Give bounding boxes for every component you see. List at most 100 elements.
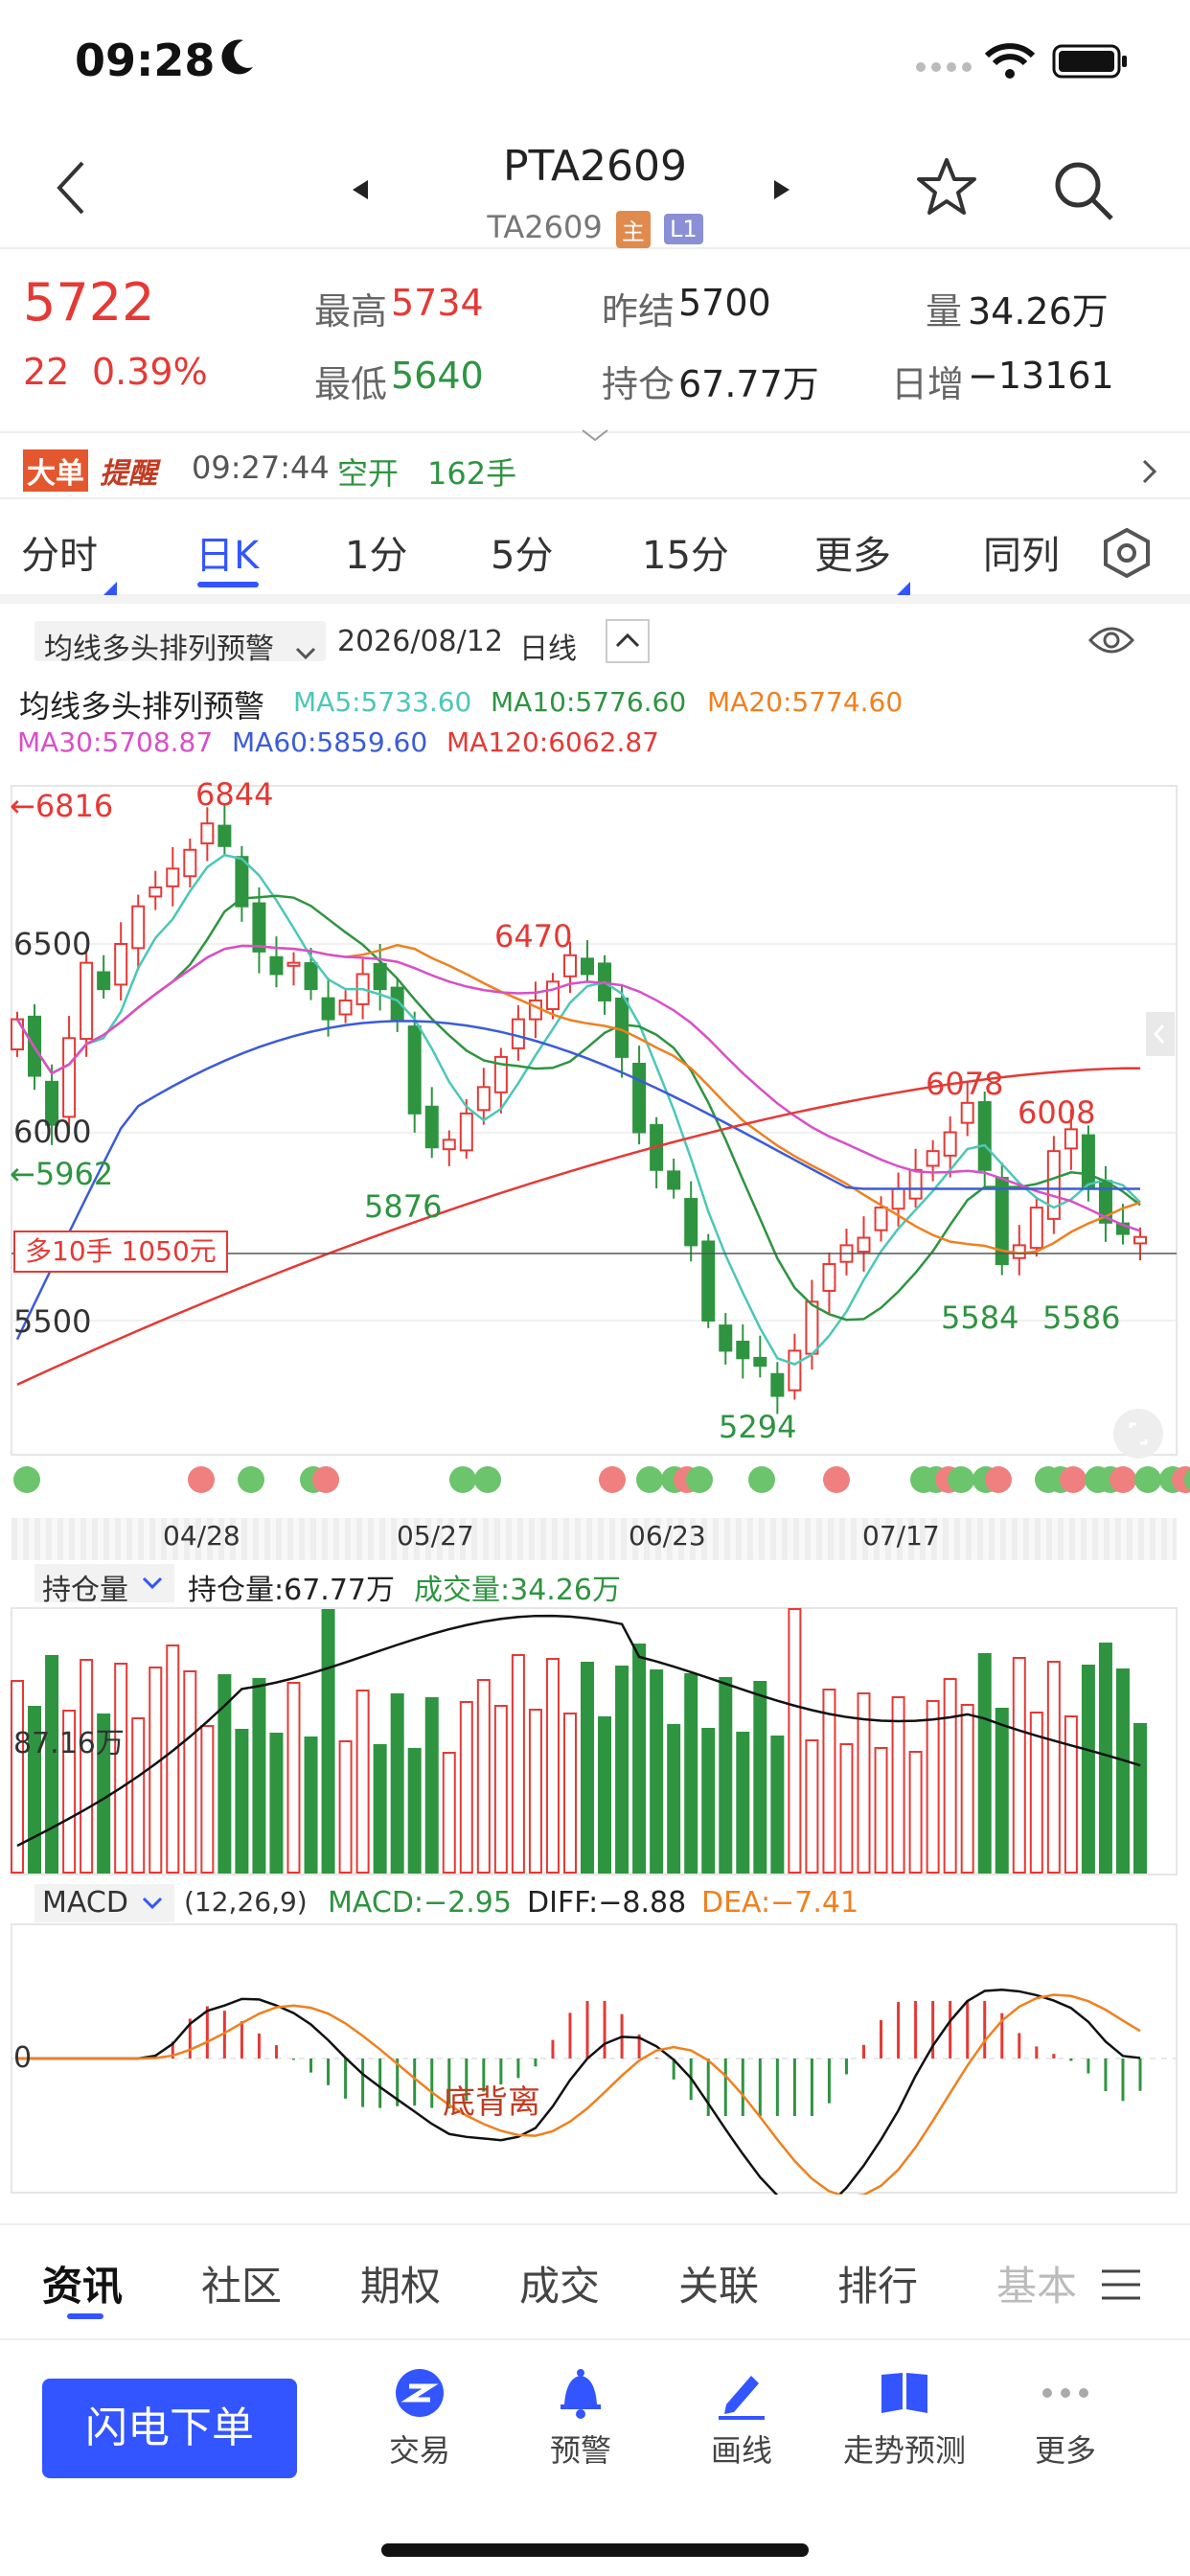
tab-fundamentals[interactable]: 基本 bbox=[996, 2254, 1077, 2312]
trough-label: 5876 bbox=[364, 1188, 443, 1225]
wifi-icon bbox=[984, 42, 1036, 84]
tab-trades[interactable]: 成交 bbox=[519, 2254, 600, 2312]
volume-bar bbox=[511, 1654, 525, 1874]
macd-selector-label: MACD bbox=[42, 1886, 128, 1920]
candle-body bbox=[667, 1170, 681, 1190]
more-dots-icon bbox=[998, 2359, 1133, 2426]
bell-icon bbox=[514, 2359, 648, 2426]
volume-bar bbox=[839, 1743, 854, 1874]
flash-order-button[interactable]: 闪电下单 bbox=[42, 2379, 297, 2478]
volume-selector[interactable]: 持仓量 bbox=[34, 1564, 174, 1607]
volume-bar bbox=[615, 1666, 629, 1874]
volume-bar bbox=[805, 1739, 819, 1874]
moon-icon bbox=[218, 36, 257, 82]
toolbar-alert-label: 预警 bbox=[549, 2432, 611, 2469]
star-icon[interactable] bbox=[916, 157, 977, 220]
toolbar-forecast[interactable]: 走势预测 bbox=[837, 2359, 972, 2471]
candle-body bbox=[719, 1324, 733, 1352]
collapse-side-tab[interactable] bbox=[1146, 1012, 1175, 1056]
volume-chart[interactable] bbox=[0, 1606, 1190, 1876]
candle-body bbox=[788, 1349, 802, 1392]
volume-bar bbox=[926, 1700, 940, 1874]
y-label-6000: 6000 bbox=[13, 1114, 92, 1150]
macd-selector[interactable]: MACD bbox=[34, 1884, 174, 1922]
low-label: 最低 bbox=[314, 363, 388, 405]
tab-news[interactable]: 资讯 bbox=[42, 2254, 123, 2312]
candle-body bbox=[183, 848, 197, 878]
oi-readout: 持仓量:67.77万 bbox=[188, 1574, 395, 1607]
candle-body bbox=[684, 1198, 698, 1247]
date-label: 04/28 bbox=[163, 1520, 240, 1552]
peak-label: 6008 bbox=[1018, 1094, 1096, 1131]
macd-zero-label: 0 bbox=[13, 2041, 33, 2075]
tab-5min[interactable]: 5分 bbox=[491, 524, 553, 580]
tab-options[interactable]: 期权 bbox=[360, 2254, 441, 2312]
toolbar-more[interactable]: 更多 bbox=[998, 2359, 1133, 2471]
ai-signal-marker bbox=[985, 1466, 1012, 1493]
daily-change-label: 日增 bbox=[891, 363, 965, 405]
tab-15min[interactable]: 15分 bbox=[642, 524, 729, 580]
volume-axis-label: 87.16万 bbox=[13, 1727, 125, 1760]
trade-icon bbox=[353, 2359, 487, 2426]
candle-body bbox=[632, 1062, 647, 1134]
tab-community[interactable]: 社区 bbox=[201, 2254, 282, 2312]
volume-bar bbox=[891, 1696, 905, 1874]
tab-timeshare[interactable]: 分时 bbox=[21, 524, 98, 580]
status-time: 09:28 bbox=[75, 34, 216, 86]
toolbar-alert[interactable]: 预警 bbox=[514, 2359, 648, 2471]
candle-body bbox=[459, 1112, 473, 1152]
candle-body bbox=[926, 1150, 940, 1167]
tab-compare[interactable]: 同列 bbox=[983, 524, 1060, 580]
volume-bar bbox=[908, 1751, 923, 1874]
tab-more[interactable]: 更多 bbox=[814, 524, 891, 580]
tab-1min[interactable]: 1分 bbox=[345, 524, 407, 580]
volume-bar bbox=[373, 1744, 387, 1874]
volume-bar bbox=[200, 1725, 215, 1874]
macd-dropdown-icon bbox=[142, 1896, 163, 1914]
candle-body bbox=[114, 943, 128, 986]
divergence-note: 底背离 bbox=[443, 2083, 540, 2122]
page-title: PTA2609 bbox=[502, 142, 688, 191]
ma120-value: MA120:6062.87 bbox=[446, 726, 659, 758]
low-value: 5640 bbox=[391, 355, 484, 397]
volume-bar bbox=[1115, 1668, 1130, 1874]
indicator-selector[interactable]: 均线多头排列预警 bbox=[34, 621, 326, 666]
search-icon[interactable] bbox=[1052, 159, 1115, 226]
position-tag[interactable]: 多10手 1050元 bbox=[13, 1230, 228, 1273]
settings-hex-icon[interactable] bbox=[1100, 526, 1154, 589]
volume-bar bbox=[562, 1713, 577, 1874]
macd-value: MACD:−2.95 bbox=[328, 1886, 512, 1920]
candlestick-chart[interactable] bbox=[0, 767, 1190, 1457]
tab-daily-k[interactable]: 日K bbox=[195, 524, 259, 580]
signal-icon bbox=[915, 59, 973, 78]
candle-body bbox=[407, 1025, 422, 1115]
tab-related[interactable]: 关联 bbox=[678, 2254, 759, 2312]
macd-chart[interactable] bbox=[0, 1922, 1190, 2195]
candle-body bbox=[770, 1372, 785, 1397]
volume-bar bbox=[1012, 1657, 1026, 1874]
menu-icon[interactable] bbox=[1102, 2264, 1140, 2311]
big-order-alert[interactable]: 大单 提醒 09:27:44 空开 162手 bbox=[0, 436, 1190, 499]
candle-body bbox=[200, 822, 215, 845]
volume-bar bbox=[45, 1655, 59, 1874]
volume-bar bbox=[269, 1733, 284, 1874]
candle-body bbox=[736, 1341, 750, 1360]
date-label: 06/23 bbox=[629, 1520, 706, 1552]
candle-body bbox=[874, 1207, 888, 1231]
fullscreen-icon[interactable] bbox=[1111, 1407, 1165, 1464]
collapse-button[interactable] bbox=[606, 619, 650, 663]
candle-body bbox=[476, 1086, 491, 1112]
dea-value: DEA:−7.41 bbox=[701, 1886, 859, 1920]
volume-bar bbox=[166, 1644, 180, 1874]
eye-icon[interactable] bbox=[1087, 623, 1135, 665]
ai-signal-marker bbox=[686, 1466, 713, 1493]
volume-bar bbox=[304, 1736, 318, 1874]
toolbar-trade[interactable]: 交易 bbox=[353, 2359, 487, 2471]
next-contract-icon[interactable] bbox=[772, 178, 791, 205]
indicator-dropdown-icon bbox=[295, 634, 316, 668]
trough-label: 5294 bbox=[719, 1409, 797, 1445]
toolbar-draw[interactable]: 画线 bbox=[675, 2359, 809, 2471]
candle-body bbox=[581, 957, 595, 976]
status-bar: 09:28 bbox=[0, 0, 1190, 125]
tab-ranking[interactable]: 排行 bbox=[837, 2254, 918, 2312]
